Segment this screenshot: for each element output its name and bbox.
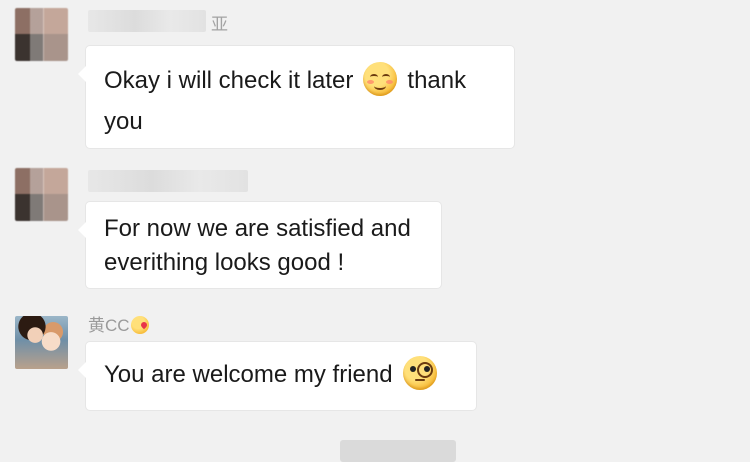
message-bubble[interactable]: Okay i will check it later thank you — [78, 46, 514, 148]
sender-name-tail: 亚 — [211, 15, 228, 34]
message-text: Okay i will check it later — [104, 67, 354, 94]
sender-name-redacted — [88, 170, 248, 192]
sender-name: 黄CC — [88, 311, 149, 336]
message-text: For now we are satisfied and — [104, 215, 411, 242]
message-text: you — [104, 108, 143, 135]
kissing-heart-emoji-icon — [130, 315, 149, 334]
sender-avatar[interactable] — [15, 168, 68, 221]
sender-name-redacted: 亚 — [88, 10, 228, 34]
message-text: thank — [407, 67, 467, 94]
message-bubble[interactable]: For now we are satisfied and everithing … — [78, 202, 441, 288]
sender-avatar[interactable] — [15, 8, 68, 61]
message-text: You are welcome my friend — [104, 361, 393, 388]
message-text: everithing looks good ! — [104, 249, 345, 276]
sender-avatar[interactable] — [15, 316, 68, 369]
timestamp-badge — [340, 440, 456, 462]
smiling-blush-emoji-icon — [363, 61, 398, 96]
message-bubble[interactable]: You are welcome my friend — [78, 342, 476, 410]
sender-name-text: 黄CC — [88, 316, 130, 335]
monocle-face-emoji-icon — [402, 355, 437, 390]
